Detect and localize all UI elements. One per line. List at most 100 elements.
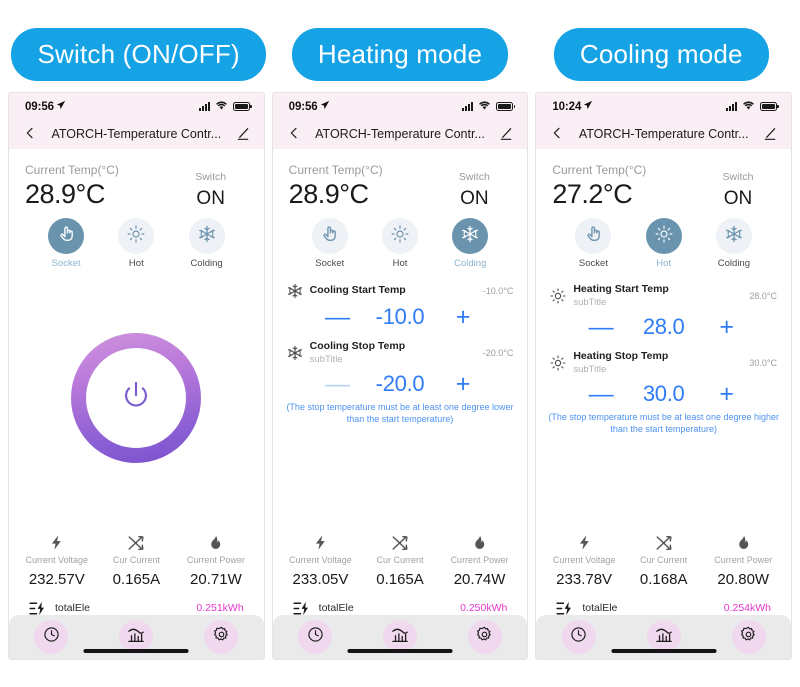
validation-hint: (The stop temperature must be at least o… [286, 402, 514, 425]
chevron-left-icon[interactable] [549, 125, 569, 144]
decrement-button[interactable]: — [589, 314, 614, 340]
setting-title: Heating Stop Temp [573, 350, 669, 363]
location-arrow-icon [56, 100, 66, 113]
chart-icon [655, 626, 673, 649]
switch-block[interactable]: Switch ON [437, 163, 511, 210]
tab-button-gear[interactable] [204, 620, 239, 654]
clock-icon [307, 626, 324, 648]
flame-icon [207, 533, 224, 552]
stat-0: Current Voltage 233.78V [544, 533, 624, 588]
pencil-edit-icon[interactable] [235, 126, 251, 142]
shuffle-arrows-icon [655, 533, 673, 552]
total-energy-label: totalEle [55, 602, 91, 614]
mode-label: Colding [454, 258, 487, 270]
setting-texts: Cooling Stop Temp subTitle [310, 340, 483, 366]
total-energy-row: totalEle 0.250kWh [273, 588, 528, 615]
current-temp-value: 27.2°C [552, 179, 633, 209]
current-temp-value: 28.9°C [25, 179, 105, 209]
stat-0: Current Voltage 233.05V [281, 533, 361, 588]
mode-label: Colding [717, 258, 750, 270]
tab-button-gear[interactable] [467, 620, 502, 654]
tab-button-clock[interactable] [34, 620, 69, 654]
mode-label: Hot [392, 258, 408, 270]
chevron-left-icon[interactable] [286, 125, 306, 144]
banner-switch-onoff: Switch (ON/OFF) [11, 28, 266, 81]
chevron-left-icon[interactable] [22, 125, 42, 144]
switch-block[interactable]: Switch ON [701, 163, 775, 210]
mode-circle [48, 218, 85, 255]
mode-option-socket[interactable]: Socket [558, 218, 628, 269]
tab-button-clock[interactable] [561, 620, 596, 654]
pencil-edit-icon[interactable] [762, 126, 778, 142]
stat-2: Current Power 20.80W [703, 533, 783, 588]
sun-icon [655, 225, 673, 248]
mode-option-hot[interactable]: Hot [101, 218, 171, 269]
setting-row-1: Heating Stop Temp subTitle 30.0°C —30.0 + [536, 342, 791, 409]
mode-option-colding[interactable]: Colding [435, 218, 505, 269]
wifi-icon [742, 97, 755, 115]
increment-button[interactable]: + [451, 371, 475, 397]
tab-button-clock[interactable] [298, 620, 333, 654]
mode-circle [645, 218, 682, 255]
screen-body: Current Temp(°C) 28.9°C Switch ON Socket Hot C… [272, 149, 528, 659]
mode-circle [311, 218, 348, 255]
pencil-edit-icon[interactable] [498, 126, 514, 142]
decrement-button[interactable]: — [325, 304, 350, 330]
bottom-tab-bar [272, 615, 528, 659]
mode-circle [715, 218, 752, 255]
gear-icon [213, 626, 230, 648]
increment-button[interactable]: + [451, 304, 475, 330]
setting-stepper: — 30.0 + [550, 376, 777, 409]
stat-value: 20.80W [717, 571, 770, 588]
phone-row: 09:56 ATORCH-Temperature Contr... Current … [0, 81, 800, 660]
temperature-settings: Heating Start Temp subTitle 28.0°C —28.0 + He… [536, 269, 791, 435]
mode-option-colding[interactable]: Colding [699, 218, 769, 269]
stat-0: Current Voltage 232.57V [17, 533, 97, 588]
clock-icon [43, 626, 60, 648]
mode-label: Socket [315, 258, 345, 270]
setting-current-value: 30.0°C [749, 358, 778, 369]
mode-option-hot[interactable]: Hot [629, 218, 699, 269]
switch-state: ON [723, 188, 753, 209]
status-time-text: 09:56 [288, 100, 318, 113]
mode-option-socket[interactable]: Socket [295, 218, 365, 269]
setting-current-value: -10.0°C [482, 286, 514, 297]
hand-tap-icon [57, 224, 76, 248]
shuffle-arrows-icon [391, 533, 409, 552]
bottom-tab-bar [9, 615, 264, 659]
gear-icon [476, 626, 493, 648]
decrement-button[interactable]: — [325, 371, 350, 397]
status-time: 09:56 [289, 100, 330, 113]
switch-block[interactable]: Switch ON [174, 163, 248, 210]
mode-option-socket[interactable]: Socket [31, 218, 101, 269]
screen-body: Current Temp(°C) 28.9°C Switch ON Socket Hot C… [9, 149, 264, 659]
current-temp-label: Current Temp(°C) [552, 163, 647, 177]
banner-cell-0: Switch (ON/OFF) [8, 28, 269, 81]
power-toggle-button[interactable] [71, 333, 202, 464]
current-temp-block: Current Temp(°C) 28.9°C [289, 163, 438, 210]
page-title: ATORCH-Temperature Contr... [51, 127, 222, 141]
total-energy-value: 0.254kWh [723, 602, 772, 614]
stat-label: Cur Current [376, 555, 424, 565]
mode-option-hot[interactable]: Hot [365, 218, 435, 269]
banner-cell-1: Heating mode [269, 28, 530, 81]
location-arrow-icon [583, 100, 593, 113]
stat-value: 232.57V [28, 571, 85, 588]
setting-texts: Cooling Start Temp [310, 284, 483, 298]
clock-icon [570, 626, 587, 648]
tab-button-gear[interactable] [731, 620, 766, 654]
stat-label: Current Voltage [25, 555, 89, 565]
flame-icon [735, 533, 752, 552]
status-time: 10:24 [552, 100, 593, 113]
flame-icon [471, 533, 488, 552]
decrement-button[interactable]: — [589, 381, 614, 407]
mode-label: Hot [128, 258, 144, 270]
stat-label: Current Power [714, 555, 773, 565]
mode-option-colding[interactable]: Colding [171, 218, 241, 269]
setting-stepper: — -10.0 + [287, 299, 514, 332]
banner-row: Switch (ON/OFF) Heating mode Cooling mod… [0, 0, 800, 81]
nav-bar: ATORCH-Temperature Contr... [536, 119, 792, 149]
increment-button[interactable]: + [715, 381, 739, 407]
increment-button[interactable]: + [715, 314, 739, 340]
setting-stepper: — -20.0 + [287, 366, 514, 399]
